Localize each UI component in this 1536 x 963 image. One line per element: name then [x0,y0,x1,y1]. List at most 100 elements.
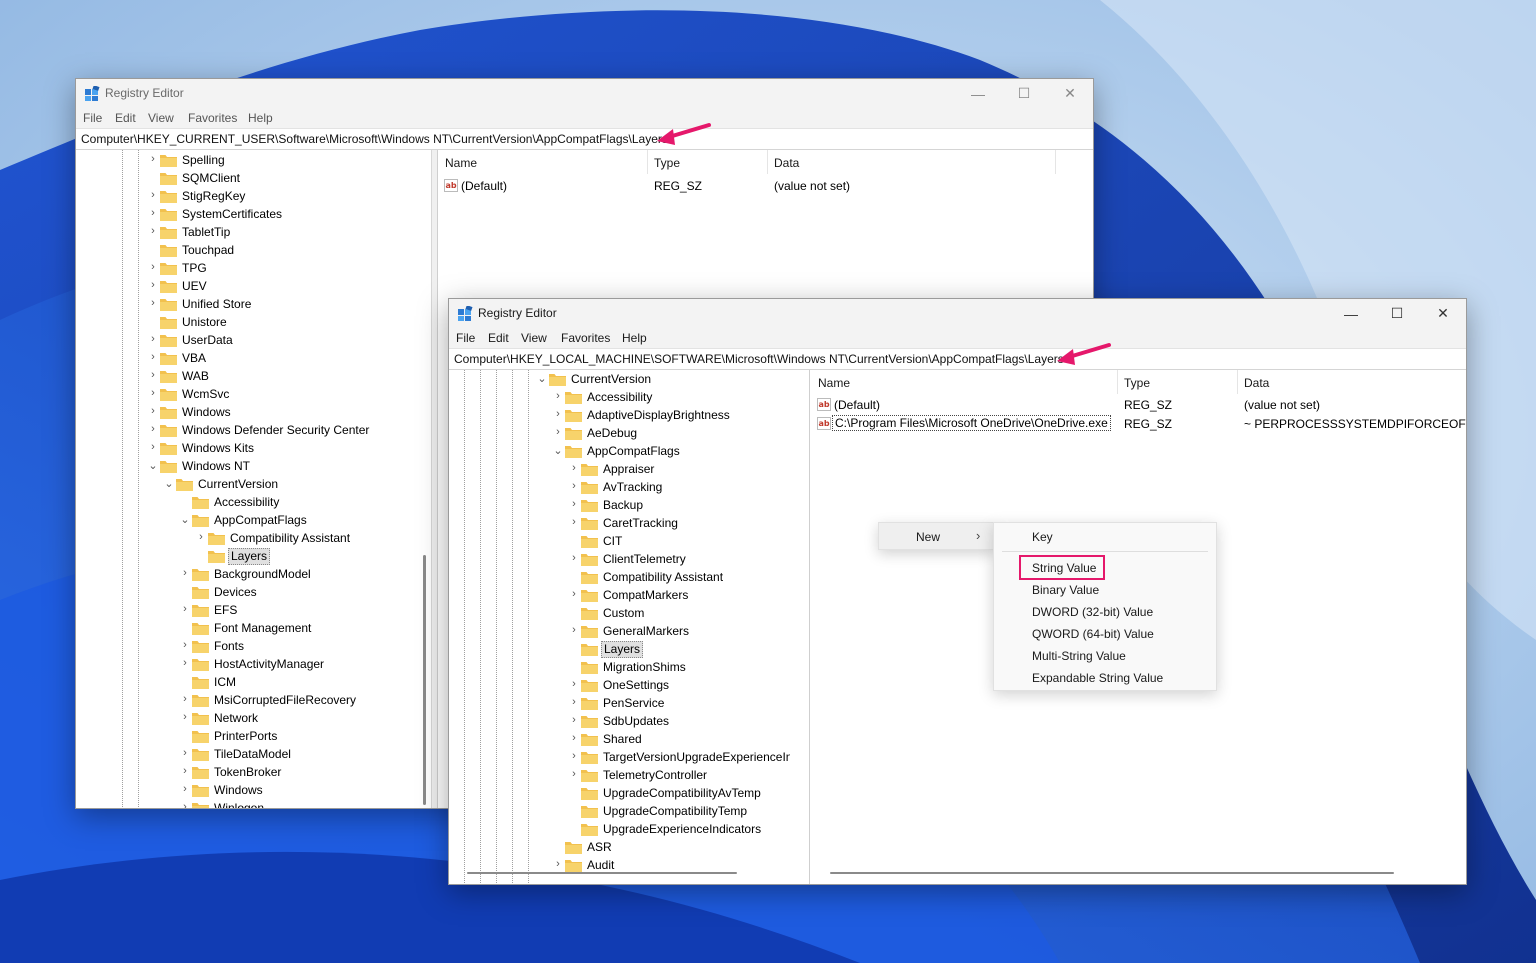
column-divider[interactable] [647,150,648,174]
chevron-right-icon[interactable]: › [569,732,579,744]
chevron-right-icon[interactable]: › [148,225,158,237]
menu-item-key[interactable]: Key [1032,530,1053,544]
folder-icon [581,769,598,782]
chevron-right-icon[interactable]: › [569,768,579,780]
chevron-right-icon[interactable]: › [148,153,158,165]
column-header-type[interactable]: Type [654,156,680,170]
chevron-right-icon[interactable]: › [148,297,158,309]
chevron-right-icon[interactable]: › [180,603,190,615]
menu-item-expandable-string-value[interactable]: Expandable String Value [1032,671,1163,685]
minimize-button[interactable]: — [955,79,1001,108]
chevron-right-icon[interactable]: › [553,408,563,420]
menu-favorites[interactable]: Favorites [188,111,237,125]
address-bar[interactable]: Computer\HKEY_LOCAL_MACHINE\SOFTWARE\Mic… [449,348,1466,370]
chevron-down-icon[interactable]: ⌄ [148,459,158,472]
chevron-right-icon[interactable]: › [553,858,563,870]
maximize-button[interactable]: ☐ [1001,79,1047,108]
chevron-right-icon[interactable]: › [148,369,158,381]
chevron-right-icon[interactable]: › [148,189,158,201]
chevron-right-icon[interactable]: › [148,333,158,345]
chevron-right-icon[interactable]: › [148,441,158,453]
chevron-right-icon[interactable]: › [148,207,158,219]
column-divider[interactable] [1055,150,1056,174]
menu-view[interactable]: View [521,331,547,345]
chevron-down-icon[interactable]: ⌄ [164,477,174,490]
menu-edit[interactable]: Edit [115,111,136,125]
menu-help[interactable]: Help [622,331,647,345]
chevron-right-icon[interactable]: › [148,261,158,273]
horizontal-scrollbar[interactable] [467,872,737,874]
chevron-right-icon[interactable]: › [180,747,190,759]
column-divider[interactable] [767,150,768,174]
folder-icon [565,427,582,440]
menu-edit[interactable]: Edit [488,331,509,345]
chevron-right-icon[interactable]: › [569,678,579,690]
chevron-right-icon[interactable]: › [148,387,158,399]
folder-icon [581,571,598,584]
tree-node-label: MsiCorruptedFileRecovery [214,693,357,707]
value-data: (value not set) [1244,398,1321,412]
column-divider[interactable] [1237,370,1238,394]
column-divider[interactable] [1117,370,1118,394]
chevron-right-icon[interactable]: › [569,480,579,492]
chevron-right-icon[interactable]: › [569,696,579,708]
chevron-right-icon[interactable]: › [569,552,579,564]
chevron-right-icon[interactable]: › [553,390,563,402]
menu-view[interactable]: View [148,111,174,125]
chevron-right-icon[interactable]: › [569,588,579,600]
chevron-right-icon[interactable]: › [180,783,190,795]
chevron-right-icon[interactable]: › [180,657,190,669]
menu-file[interactable]: File [456,331,475,345]
folder-icon [192,748,209,761]
chevron-right-icon[interactable]: › [569,516,579,528]
column-header-type[interactable]: Type [1124,376,1150,390]
chevron-down-icon[interactable]: ⌄ [553,444,563,457]
chevron-right-icon[interactable]: › [180,765,190,777]
chevron-right-icon[interactable]: › [553,426,563,438]
chevron-right-icon[interactable]: › [180,693,190,705]
value-row[interactable]: ab (Default) REG_SZ (value not set) [438,177,1093,195]
chevron-right-icon[interactable]: › [148,423,158,435]
value-row[interactable]: ab (Default) REG_SZ (value not set) [812,396,1466,414]
chevron-right-icon[interactable]: › [180,567,190,579]
close-button[interactable]: ✕ [1420,299,1466,328]
address-bar[interactable]: Computer\HKEY_CURRENT_USER\Software\Micr… [76,128,1093,150]
column-header-name[interactable]: Name [818,376,850,390]
chevron-right-icon[interactable]: › [180,711,190,723]
chevron-right-icon[interactable]: › [148,405,158,417]
title-bar[interactable]: Registry Editor — ☐ ✕ [449,299,1466,328]
chevron-right-icon[interactable]: › [569,462,579,474]
chevron-right-icon[interactable]: › [569,750,579,762]
chevron-right-icon[interactable]: › [180,639,190,651]
chevron-down-icon[interactable]: ⌄ [180,513,190,526]
column-header-data[interactable]: Data [774,156,799,170]
chevron-right-icon[interactable]: › [180,801,190,808]
title-bar[interactable]: Registry Editor — ☐ ✕ [76,79,1093,108]
menu-item-multi-string-value[interactable]: Multi-String Value [1032,649,1126,663]
chevron-right-icon[interactable]: › [196,531,206,543]
tree-node-label: SdbUpdates [603,714,670,728]
maximize-button[interactable]: ☐ [1374,299,1420,328]
tree-node-label: Layers [601,641,644,658]
menu-item-dword-value[interactable]: DWORD (32-bit) Value [1032,605,1153,619]
chevron-right-icon[interactable]: › [569,714,579,726]
context-menu-new[interactable]: New [916,530,940,544]
menu-item-binary-value[interactable]: Binary Value [1032,583,1099,597]
pane-splitter[interactable] [790,370,810,884]
chevron-right-icon[interactable]: › [569,498,579,510]
chevron-down-icon[interactable]: ⌄ [537,372,547,385]
column-header-name[interactable]: Name [445,156,477,170]
horizontal-scrollbar[interactable] [830,872,1394,874]
menu-favorites[interactable]: Favorites [561,331,610,345]
minimize-button[interactable]: — [1328,299,1374,328]
menu-help[interactable]: Help [248,111,273,125]
chevron-right-icon[interactable]: › [148,351,158,363]
vertical-scrollbar[interactable] [423,555,426,805]
close-button[interactable]: ✕ [1047,79,1093,108]
chevron-right-icon[interactable]: › [569,624,579,636]
column-header-data[interactable]: Data [1244,376,1269,390]
chevron-right-icon[interactable]: › [148,279,158,291]
value-row[interactable]: ab C:\Program Files\Microsoft OneDrive\O… [812,415,1466,433]
menu-item-qword-value[interactable]: QWORD (64-bit) Value [1032,627,1154,641]
menu-file[interactable]: File [83,111,102,125]
